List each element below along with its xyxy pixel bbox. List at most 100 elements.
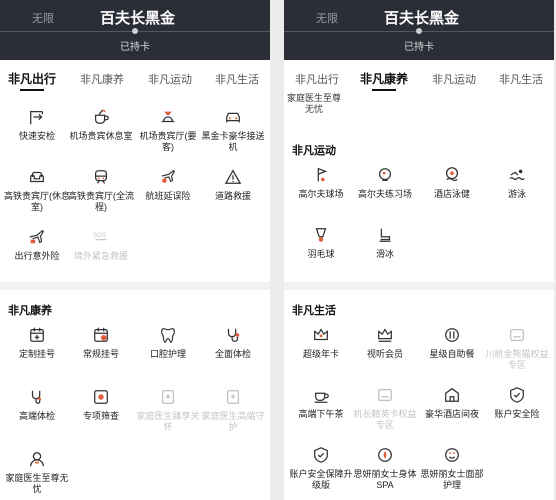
item-label: 境外紧急救援 xyxy=(73,251,128,261)
card-title: 百夫长黑金 xyxy=(384,10,460,27)
item-swimming[interactable]: 游泳 xyxy=(484,166,550,200)
item-golf-course[interactable]: 高尔夫球场 xyxy=(288,166,354,200)
crown-card-icon xyxy=(314,328,328,341)
item-label: 全面体检 xyxy=(214,349,251,359)
doctor-icon xyxy=(226,390,240,404)
item-label: 定制挂号 xyxy=(18,349,55,359)
item-label: 专项筛查 xyxy=(82,411,119,421)
scrolled-item-label: 家庭医生至尊无忧 xyxy=(286,93,341,114)
item-special-screening[interactable]: 专项筛查 xyxy=(68,388,134,422)
plane-clock-icon xyxy=(161,169,176,183)
item-overseas-rescue[interactable]: SOS 境外紧急救援 xyxy=(68,228,134,262)
item-super-annual-card[interactable]: 超级年卡 xyxy=(288,326,354,360)
right-panel: 无限 百夫长黑金 已持卡 非凡出行 非凡康养 非凡运动 非凡生活 家庭医生至尊无… xyxy=(284,0,554,500)
dining-icon xyxy=(445,328,459,342)
item-label: 高尔夫练习场 xyxy=(357,189,412,199)
item-regular-register[interactable]: 常规挂号 xyxy=(68,326,134,360)
warning-triangle-icon xyxy=(224,169,242,184)
item-label: 口腔护理 xyxy=(149,349,186,359)
airline-card-icon xyxy=(510,328,524,342)
item-golf-range[interactable]: 高尔夫练习场 xyxy=(352,166,418,200)
stethoscope-icon xyxy=(31,390,42,404)
tab-travel[interactable]: 非凡出行 xyxy=(295,71,339,87)
item-flight-delay[interactable]: 航班延误险 xyxy=(135,168,201,202)
shield-check-icon xyxy=(510,387,524,403)
item-full-checkup[interactable]: 全面体检 xyxy=(200,326,266,360)
card-header: 无限 百夫长黑金 已持卡 xyxy=(284,0,554,60)
item-afternoon-tea[interactable]: 高端下午茶 xyxy=(288,386,354,420)
item-family-doctor-care[interactable]: 家庭医生臻享关怀 xyxy=(135,388,201,433)
item-vip-lounge[interactable]: 机场贵宾厅(要客) xyxy=(135,108,201,153)
item-av-membership[interactable]: 视听会员 xyxy=(352,326,418,360)
item-badminton[interactable]: 羽毛球 xyxy=(288,226,354,260)
item-fast-security[interactable]: 快速安检 xyxy=(4,108,70,142)
item-road-rescue[interactable]: 道路救援 xyxy=(200,168,266,202)
tab-life[interactable]: 非凡生活 xyxy=(215,71,259,87)
item-label: 高尔夫球场 xyxy=(298,189,344,199)
item-rail-lounge-rest[interactable]: 高铁贵宾厅(休息室) xyxy=(4,168,70,213)
item-label: 机场贵宾休息室 xyxy=(69,131,133,141)
item-label: 高铁贵宾厅(全流程) xyxy=(68,191,134,212)
item-label: 机场贵宾厅(要客) xyxy=(139,131,197,152)
item-account-security-plus[interactable]: 账户安全保障升级版 xyxy=(288,446,354,491)
item-family-doctor-guard[interactable]: 家庭医生高端守护 xyxy=(200,388,266,433)
section-title-health: 非凡康养 xyxy=(8,305,52,317)
prev-card-label[interactable]: 无限 xyxy=(32,10,54,26)
security-gate-icon xyxy=(30,110,44,125)
item-luxury-hotel-night[interactable]: 豪华酒店间夜 xyxy=(419,386,485,420)
card-indicator-dot xyxy=(132,28,138,34)
held-status: 已持卡 xyxy=(120,42,150,53)
tab-sport[interactable]: 非凡运动 xyxy=(148,71,192,87)
item-travel-accident[interactable]: 出行意外险 xyxy=(4,228,70,262)
section-divider xyxy=(284,282,554,290)
item-label: 超级年卡 xyxy=(302,349,339,359)
item-family-doctor-supreme[interactable]: 家庭医生至尊无忧 xyxy=(4,450,70,495)
item-label: 账户安全险 xyxy=(494,409,540,419)
item-label: 快速安检 xyxy=(18,131,55,141)
tab-travel[interactable]: 非凡出行 xyxy=(8,70,56,91)
shield-check-icon xyxy=(314,447,328,463)
category-tabs: 非凡出行 非凡康养 非凡运动 非凡生活 xyxy=(284,60,554,94)
item-airport-lounge[interactable]: 机场贵宾休息室 xyxy=(68,108,134,142)
item-face-care[interactable]: 思妍丽女士面部护理 xyxy=(419,446,485,491)
screening-icon xyxy=(94,390,108,404)
stethoscope-icon xyxy=(227,328,240,342)
tab-life[interactable]: 非凡生活 xyxy=(499,71,543,87)
swimmer-icon xyxy=(509,169,525,181)
section-title-sport: 非凡运动 xyxy=(292,145,336,157)
prev-card-label[interactable]: 无限 xyxy=(316,10,338,26)
item-captain-card-zone[interactable]: 机长精英卡权益专区 xyxy=(352,386,418,431)
item-custom-register[interactable]: 定制挂号 xyxy=(4,326,70,360)
item-premium-checkup[interactable]: 高端体检 xyxy=(4,388,70,422)
item-label: 常规挂号 xyxy=(82,349,119,359)
tab-sport[interactable]: 非凡运动 xyxy=(432,71,476,87)
item-airport-transfer[interactable]: 黑金卡豪华接送机 xyxy=(200,108,266,153)
sofa-icon xyxy=(30,171,44,183)
card-title: 百夫长黑金 xyxy=(100,10,176,27)
item-label: 思妍丽女士面部护理 xyxy=(420,469,484,490)
item-label: 出行意外险 xyxy=(14,251,60,261)
item-skating[interactable]: 滑冰 xyxy=(352,226,418,260)
item-rail-lounge-full[interactable]: 高铁贵宾厅(全流程) xyxy=(68,168,134,213)
item-label: 高端下午茶 xyxy=(298,409,344,419)
tab-health[interactable]: 非凡康养 xyxy=(80,71,124,87)
car-icon xyxy=(226,112,240,123)
train-icon xyxy=(94,170,108,184)
item-account-security[interactable]: 账户安全险 xyxy=(484,386,550,420)
face-care-icon xyxy=(445,448,459,462)
active-tab-underline xyxy=(372,89,396,91)
crown-icon xyxy=(378,328,392,342)
item-airline-panda-zone[interactable]: 川航金熊猫权益专区 xyxy=(484,326,550,371)
tab-health[interactable]: 非凡康养 xyxy=(360,70,408,91)
item-body-spa[interactable]: 思妍丽女士身体SPA xyxy=(352,446,418,491)
item-label: 家庭医生臻享关怀 xyxy=(136,411,200,432)
tooth-icon xyxy=(161,328,175,343)
calendar-plus-icon xyxy=(30,327,44,342)
category-tabs: 非凡出行 非凡康养 非凡运动 非凡生活 xyxy=(0,60,270,94)
item-buffet[interactable]: 星级自助餐 xyxy=(419,326,485,360)
item-label: 豪华酒店间夜 xyxy=(424,409,479,419)
left-panel: 无限 百夫长黑金 已持卡 非凡出行 非凡康养 非凡运动 非凡生活 快速安检 机场… xyxy=(0,0,270,500)
item-label: 账户安全保障升级版 xyxy=(289,469,353,490)
item-hotel-fitness[interactable]: 酒店泳健 xyxy=(419,166,485,200)
item-oral-care[interactable]: 口腔护理 xyxy=(135,326,201,360)
